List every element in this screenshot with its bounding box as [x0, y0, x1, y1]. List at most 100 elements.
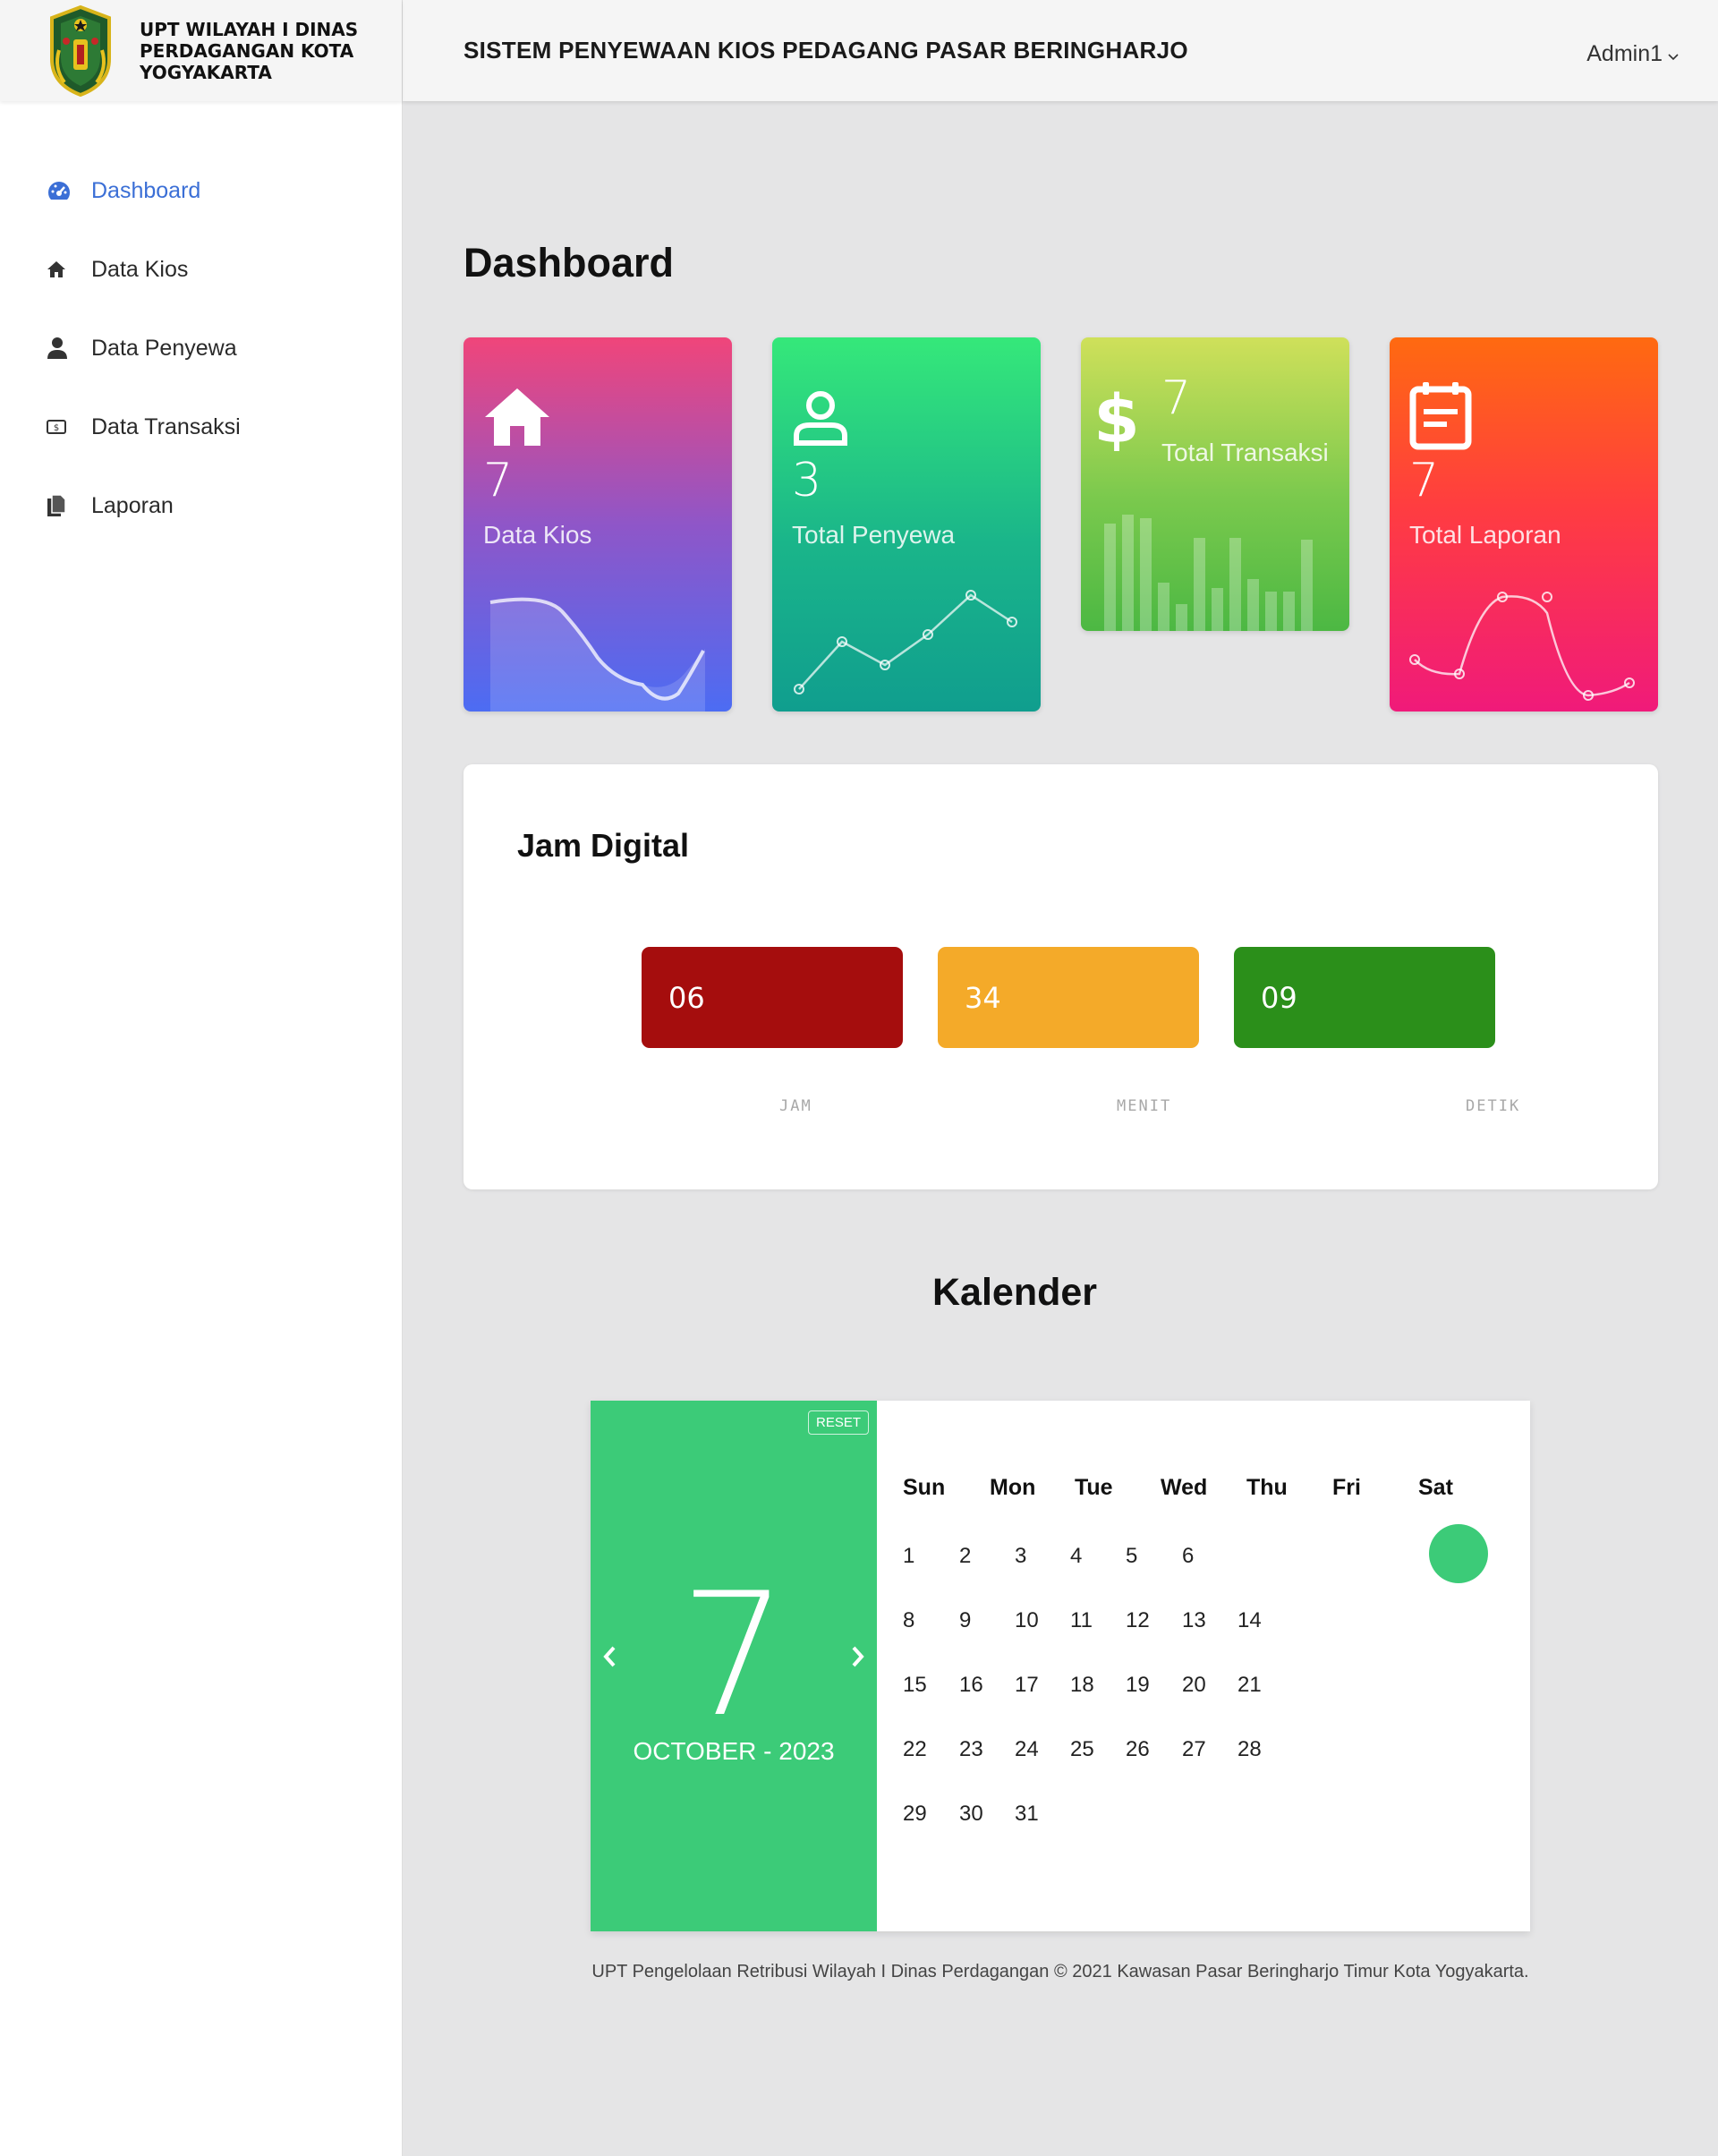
- calendar-day[interactable]: 19: [1126, 1673, 1150, 1698]
- top-bar: SISTEM PENYEWAAN KIOS PEDAGANG PASAR BER…: [403, 0, 1718, 101]
- calendar-day[interactable]: 31: [1015, 1802, 1039, 1827]
- calendar-day[interactable]: 22: [903, 1737, 927, 1762]
- weekday-tue: Tue: [1075, 1475, 1113, 1500]
- calendar-day[interactable]: 29: [903, 1802, 927, 1827]
- stat-label: Total Transaksi: [1161, 439, 1329, 466]
- clock-seconds: 09: [1234, 947, 1495, 1048]
- clock-hours-label: JAM: [779, 1097, 812, 1115]
- page-title: Dashboard: [464, 240, 675, 285]
- clock-hours: 06: [642, 947, 903, 1048]
- sidebar-item-data-transaksi[interactable]: $ Data Transaksi: [0, 388, 402, 466]
- calendar-today-marker[interactable]: [1429, 1524, 1488, 1583]
- calendar-day[interactable]: 24: [1015, 1737, 1039, 1762]
- clock-minutes: 34: [938, 947, 1199, 1048]
- clock-seconds-label: DETIK: [1466, 1097, 1521, 1115]
- sidebar-item-label: Laporan: [91, 492, 174, 518]
- selected-day: 7: [679, 1556, 788, 1754]
- chevron-left-icon[interactable]: [601, 1645, 617, 1673]
- calendar-day[interactable]: 2: [959, 1544, 971, 1569]
- app-title: SISTEM PENYEWAAN KIOS PEDAGANG PASAR BER…: [464, 37, 1188, 64]
- home-icon: [47, 260, 91, 278]
- user-outline-icon: [794, 391, 847, 446]
- sidebar: UPT WILAYAH I DINAS PERDAGANGAN KOTA YOG…: [0, 0, 403, 2156]
- sparkline-line: [794, 590, 1017, 695]
- weekday-sun: Sun: [903, 1475, 946, 1500]
- svg-text:$: $: [1097, 387, 1136, 451]
- calendar-day[interactable]: 8: [903, 1608, 914, 1633]
- sidebar-item-dashboard[interactable]: Dashboard: [0, 151, 402, 230]
- stat-card-total-transaksi[interactable]: $ 7 Total Transaksi: [1081, 337, 1349, 631]
- stat-card-data-kios[interactable]: 7 Data Kios: [464, 337, 732, 712]
- calendar-day[interactable]: 20: [1182, 1673, 1206, 1698]
- footer-text: UPT Pengelolaan Retribusi Wilayah I Dina…: [591, 1962, 1529, 1981]
- calendar-day[interactable]: 27: [1182, 1737, 1206, 1762]
- weekday-mon: Mon: [990, 1475, 1036, 1500]
- chevron-right-icon[interactable]: [850, 1645, 866, 1673]
- stat-label: Total Laporan: [1409, 521, 1561, 549]
- calendar-day[interactable]: 15: [903, 1673, 927, 1698]
- clock-minutes-label: MENIT: [1117, 1097, 1172, 1115]
- weekday-wed: Wed: [1161, 1475, 1208, 1500]
- sidebar-item-label: Data Transaksi: [91, 413, 241, 439]
- weekday-fri: Fri: [1332, 1475, 1361, 1500]
- user-icon: [47, 337, 91, 360]
- dollar-icon: $: [1097, 387, 1136, 451]
- sparkline-bars: [1104, 515, 1313, 631]
- calendar-day[interactable]: 9: [959, 1608, 971, 1633]
- calendar-day[interactable]: 18: [1070, 1673, 1094, 1698]
- calendar-day[interactable]: 14: [1237, 1608, 1262, 1633]
- sidebar-item-label: Data Penyewa: [91, 335, 237, 361]
- calendar-day[interactable]: 4: [1070, 1544, 1082, 1569]
- user-name: Admin1: [1586, 41, 1663, 66]
- weekday-thu: Thu: [1246, 1475, 1288, 1500]
- month-year: OCTOBER - 2023: [633, 1737, 835, 1765]
- reset-button[interactable]: RESET: [807, 1410, 869, 1435]
- calendar-day[interactable]: 5: [1126, 1544, 1137, 1569]
- calendar-day[interactable]: 28: [1237, 1737, 1262, 1762]
- sidebar-nav: Dashboard Data Kios Data Penyewa $ Data …: [0, 101, 402, 545]
- calendar-day[interactable]: 11: [1070, 1608, 1093, 1633]
- stat-label: Total Penyewa: [792, 521, 956, 549]
- sidebar-item-label: Data Kios: [91, 256, 189, 282]
- stat-value: 3: [792, 454, 822, 507]
- calendar-day[interactable]: 17: [1015, 1673, 1039, 1698]
- sidebar-item-laporan[interactable]: Laporan: [0, 466, 402, 545]
- calendar-day[interactable]: 1: [903, 1544, 914, 1569]
- calendar-day[interactable]: 30: [959, 1802, 983, 1827]
- sparkline-area: [489, 597, 705, 712]
- stat-value: 7: [1161, 371, 1192, 425]
- calendar-grid: Sun Mon Tue Wed Thu Fri Sat 1 2 3 4 5 6 8 9 10 11…: [877, 1401, 1530, 1931]
- sidebar-item-data-penyewa[interactable]: Data Penyewa: [0, 309, 402, 388]
- stat-label: Data Kios: [483, 521, 592, 549]
- calendar-widget: RESET 7 OCTOBER - 2023 Sun Mon Tue Wed T…: [591, 1401, 1530, 1931]
- calendar-day[interactable]: 12: [1126, 1608, 1150, 1633]
- stat-value: 7: [483, 454, 514, 507]
- user-menu[interactable]: Admin1: [1586, 41, 1679, 67]
- weekday-sat: Sat: [1418, 1475, 1453, 1500]
- sidebar-item-data-kios[interactable]: Data Kios: [0, 230, 402, 309]
- calendar-day[interactable]: 25: [1070, 1737, 1094, 1762]
- dashboard-gauge-icon: [47, 180, 91, 201]
- brand[interactable]: UPT WILAYAH I DINAS PERDAGANGAN KOTA YOG…: [0, 0, 402, 101]
- calendar-day[interactable]: 21: [1237, 1673, 1262, 1698]
- sidebar-item-label: Dashboard: [91, 177, 201, 203]
- calendar-heading: Kalender: [931, 1271, 1097, 1314]
- documents-icon: [47, 494, 91, 517]
- clock-title: Jam Digital: [517, 827, 690, 864]
- calendar-day[interactable]: 13: [1182, 1608, 1206, 1633]
- money-bill-icon: $: [47, 420, 91, 434]
- calendar-day[interactable]: 3: [1015, 1544, 1026, 1569]
- calendar-day[interactable]: 26: [1126, 1737, 1150, 1762]
- city-emblem-icon: [50, 4, 111, 97]
- stat-value: 7: [1409, 454, 1440, 507]
- stat-card-total-penyewa[interactable]: 3 Total Penyewa: [772, 337, 1041, 712]
- calendar-day[interactable]: 10: [1015, 1608, 1039, 1633]
- calendar-note-icon: [1409, 382, 1472, 450]
- digital-clock-panel: Jam Digital 06 34 09 JAM MENIT DETIK: [464, 764, 1658, 1189]
- calendar-day[interactable]: 6: [1182, 1544, 1194, 1569]
- calendar-selected-panel: RESET 7 OCTOBER - 2023: [591, 1401, 877, 1931]
- chevron-down-icon: [1668, 41, 1679, 67]
- calendar-day[interactable]: 16: [959, 1673, 983, 1698]
- stat-card-total-laporan[interactable]: 7 Total Laporan: [1390, 337, 1658, 712]
- calendar-day[interactable]: 23: [959, 1737, 983, 1762]
